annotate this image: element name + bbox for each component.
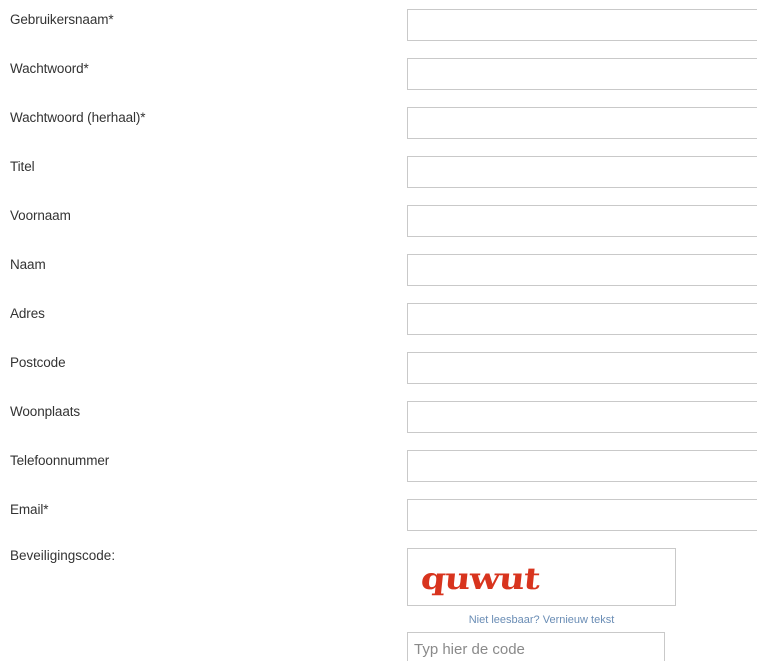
username-input[interactable]: [407, 9, 757, 41]
city-input[interactable]: [407, 401, 757, 433]
registration-form: Gebruikersnaam* Wachtwoord* Wachtwoord (…: [0, 0, 757, 661]
address-input[interactable]: [407, 303, 757, 335]
postcode-label: Postcode: [10, 355, 66, 370]
captcha-glyphs: quwut: [419, 562, 542, 597]
password-repeat-input[interactable]: [407, 107, 757, 139]
form-row-first-name: Voornaam: [0, 205, 757, 239]
last-name-label: Naam: [10, 257, 46, 272]
form-row-username: Gebruikersnaam*: [0, 9, 757, 43]
form-row-password-repeat: Wachtwoord (herhaal)*: [0, 107, 757, 141]
title-input[interactable]: [407, 156, 757, 188]
form-row-postcode: Postcode: [0, 352, 757, 386]
first-name-label: Voornaam: [10, 208, 71, 223]
form-row-phone: Telefoonnummer: [0, 450, 757, 484]
first-name-input[interactable]: [407, 205, 757, 237]
email-label: Email*: [10, 502, 49, 517]
captcha-image-text: quwut: [419, 562, 542, 597]
postcode-input[interactable]: [407, 352, 757, 384]
refresh-captcha-link[interactable]: Niet leesbaar? Vernieuw tekst: [407, 614, 676, 626]
captcha-image: quwut: [407, 548, 676, 606]
title-label: Titel: [10, 159, 35, 174]
city-label: Woonplaats: [10, 404, 81, 419]
captcha-code-input[interactable]: [407, 632, 665, 661]
password-label: Wachtwoord*: [10, 61, 89, 76]
captcha-label: Beveiligingscode:: [10, 548, 116, 563]
last-name-input[interactable]: [407, 254, 757, 286]
form-row-address: Adres: [0, 303, 757, 337]
password-input[interactable]: [407, 58, 757, 90]
form-row-email: Email*: [0, 499, 757, 533]
form-row-password: Wachtwoord*: [0, 58, 757, 92]
email-input[interactable]: [407, 499, 757, 531]
address-label: Adres: [10, 306, 45, 321]
form-row-city: Woonplaats: [0, 401, 757, 435]
password-repeat-label: Wachtwoord (herhaal)*: [10, 110, 146, 125]
phone-input[interactable]: [407, 450, 757, 482]
form-row-title: Titel: [0, 156, 757, 190]
form-row-last-name: Naam: [0, 254, 757, 288]
phone-label: Telefoonnummer: [10, 453, 110, 468]
username-label: Gebruikersnaam*: [10, 12, 114, 27]
